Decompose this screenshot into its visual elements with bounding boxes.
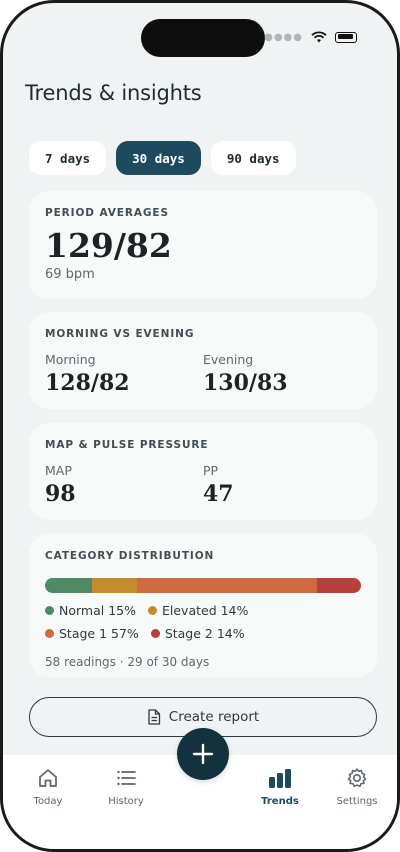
pp-label: PP [203,463,219,478]
average-pulse-value: 69 bpm [45,267,95,282]
legend-label: Normal 15% [59,603,136,618]
tab-today[interactable]: Today [13,767,83,807]
distribution-segment-stage-1 [136,578,317,593]
map-pp-title: MAP & PULSE PRESSURE [45,439,209,451]
evening-value: 130/83 [203,370,288,396]
distribution-legend: Normal 15% Elevated 14% Stage 1 57% Stage 2… [45,603,345,641]
bar-chart-icon [269,769,291,788]
readings-summary: 58 readings · 29 of 30 days [45,655,210,669]
distribution-segment-elevated [92,578,137,593]
morning-value: 128/82 [45,370,130,396]
tab-today-label: Today [33,796,63,807]
morning-evening-card: MORNING VS EVENING Morning 128/82 Evenin… [29,312,377,409]
period-averages-card: PERIOD AVERAGES 129/82 69 bpm [29,191,377,299]
legend-item: Elevated 14% [147,603,249,618]
tab-trends-label: Trends [261,796,299,807]
home-icon [39,769,57,787]
tab-history[interactable]: History [91,767,161,807]
map-label: MAP [45,463,72,478]
legend-label: Stage 2 14% [164,626,245,641]
wifi-icon [311,31,327,43]
legend-dot [45,629,54,638]
period-averages-title: PERIOD AVERAGES [45,207,169,219]
tab-7-days[interactable]: 7 days [29,141,107,175]
tab-history-label: History [108,796,144,807]
page-title: Trends & insights [25,81,202,105]
legend-dot [150,629,160,638]
category-distribution-card: CATEGORY DISTRIBUTION Normal 15% Elevated… [29,534,377,677]
legend-label: Stage 1 57% [59,626,139,641]
legend-item: Stage 1 57% [45,626,139,641]
map-value: 98 [45,481,76,507]
status-bar: ●●●● [264,31,357,43]
map-pp-card: MAP & PULSE PRESSURE MAP 98 PP 47 [29,423,377,520]
pp-value: 47 [203,481,234,507]
signal-dots-icon: ●●●● [264,31,303,43]
dynamic-island [141,19,265,57]
distribution-segment-stage-2 [316,578,361,593]
legend-label: Elevated 14% [161,603,249,618]
legend-item: Stage 2 14% [150,626,245,641]
battery-icon [335,31,357,43]
plus-icon [192,743,214,765]
distribution-bar [45,578,361,593]
range-tabs: 7 days 30 days 90 days [29,141,296,175]
phone-frame: ●●●● Trends & insights 7 days 30 days 90… [0,0,400,852]
tab-90-days[interactable]: 90 days [210,141,296,175]
legend-dot [147,606,157,615]
add-reading-button[interactable] [177,728,229,780]
tab-30-days[interactable]: 30 days [116,141,201,175]
tab-settings-label: Settings [336,796,378,807]
category-distribution-title: CATEGORY DISTRIBUTION [45,550,215,562]
create-report-label: Create report [168,709,260,725]
average-bp-value: 129/82 [45,226,172,265]
tab-trends[interactable]: Trends [245,767,315,807]
tab-settings[interactable]: Settings [322,767,392,807]
morning-evening-title: MORNING VS EVENING [45,328,195,340]
legend-item: Normal 15% [45,603,136,618]
evening-label: Evening [203,352,254,367]
document-icon [148,709,160,725]
gear-icon [347,768,367,788]
morning-label: Morning [45,352,96,367]
distribution-segment-normal [45,578,93,593]
list-icon [117,770,136,786]
legend-dot [45,606,54,615]
